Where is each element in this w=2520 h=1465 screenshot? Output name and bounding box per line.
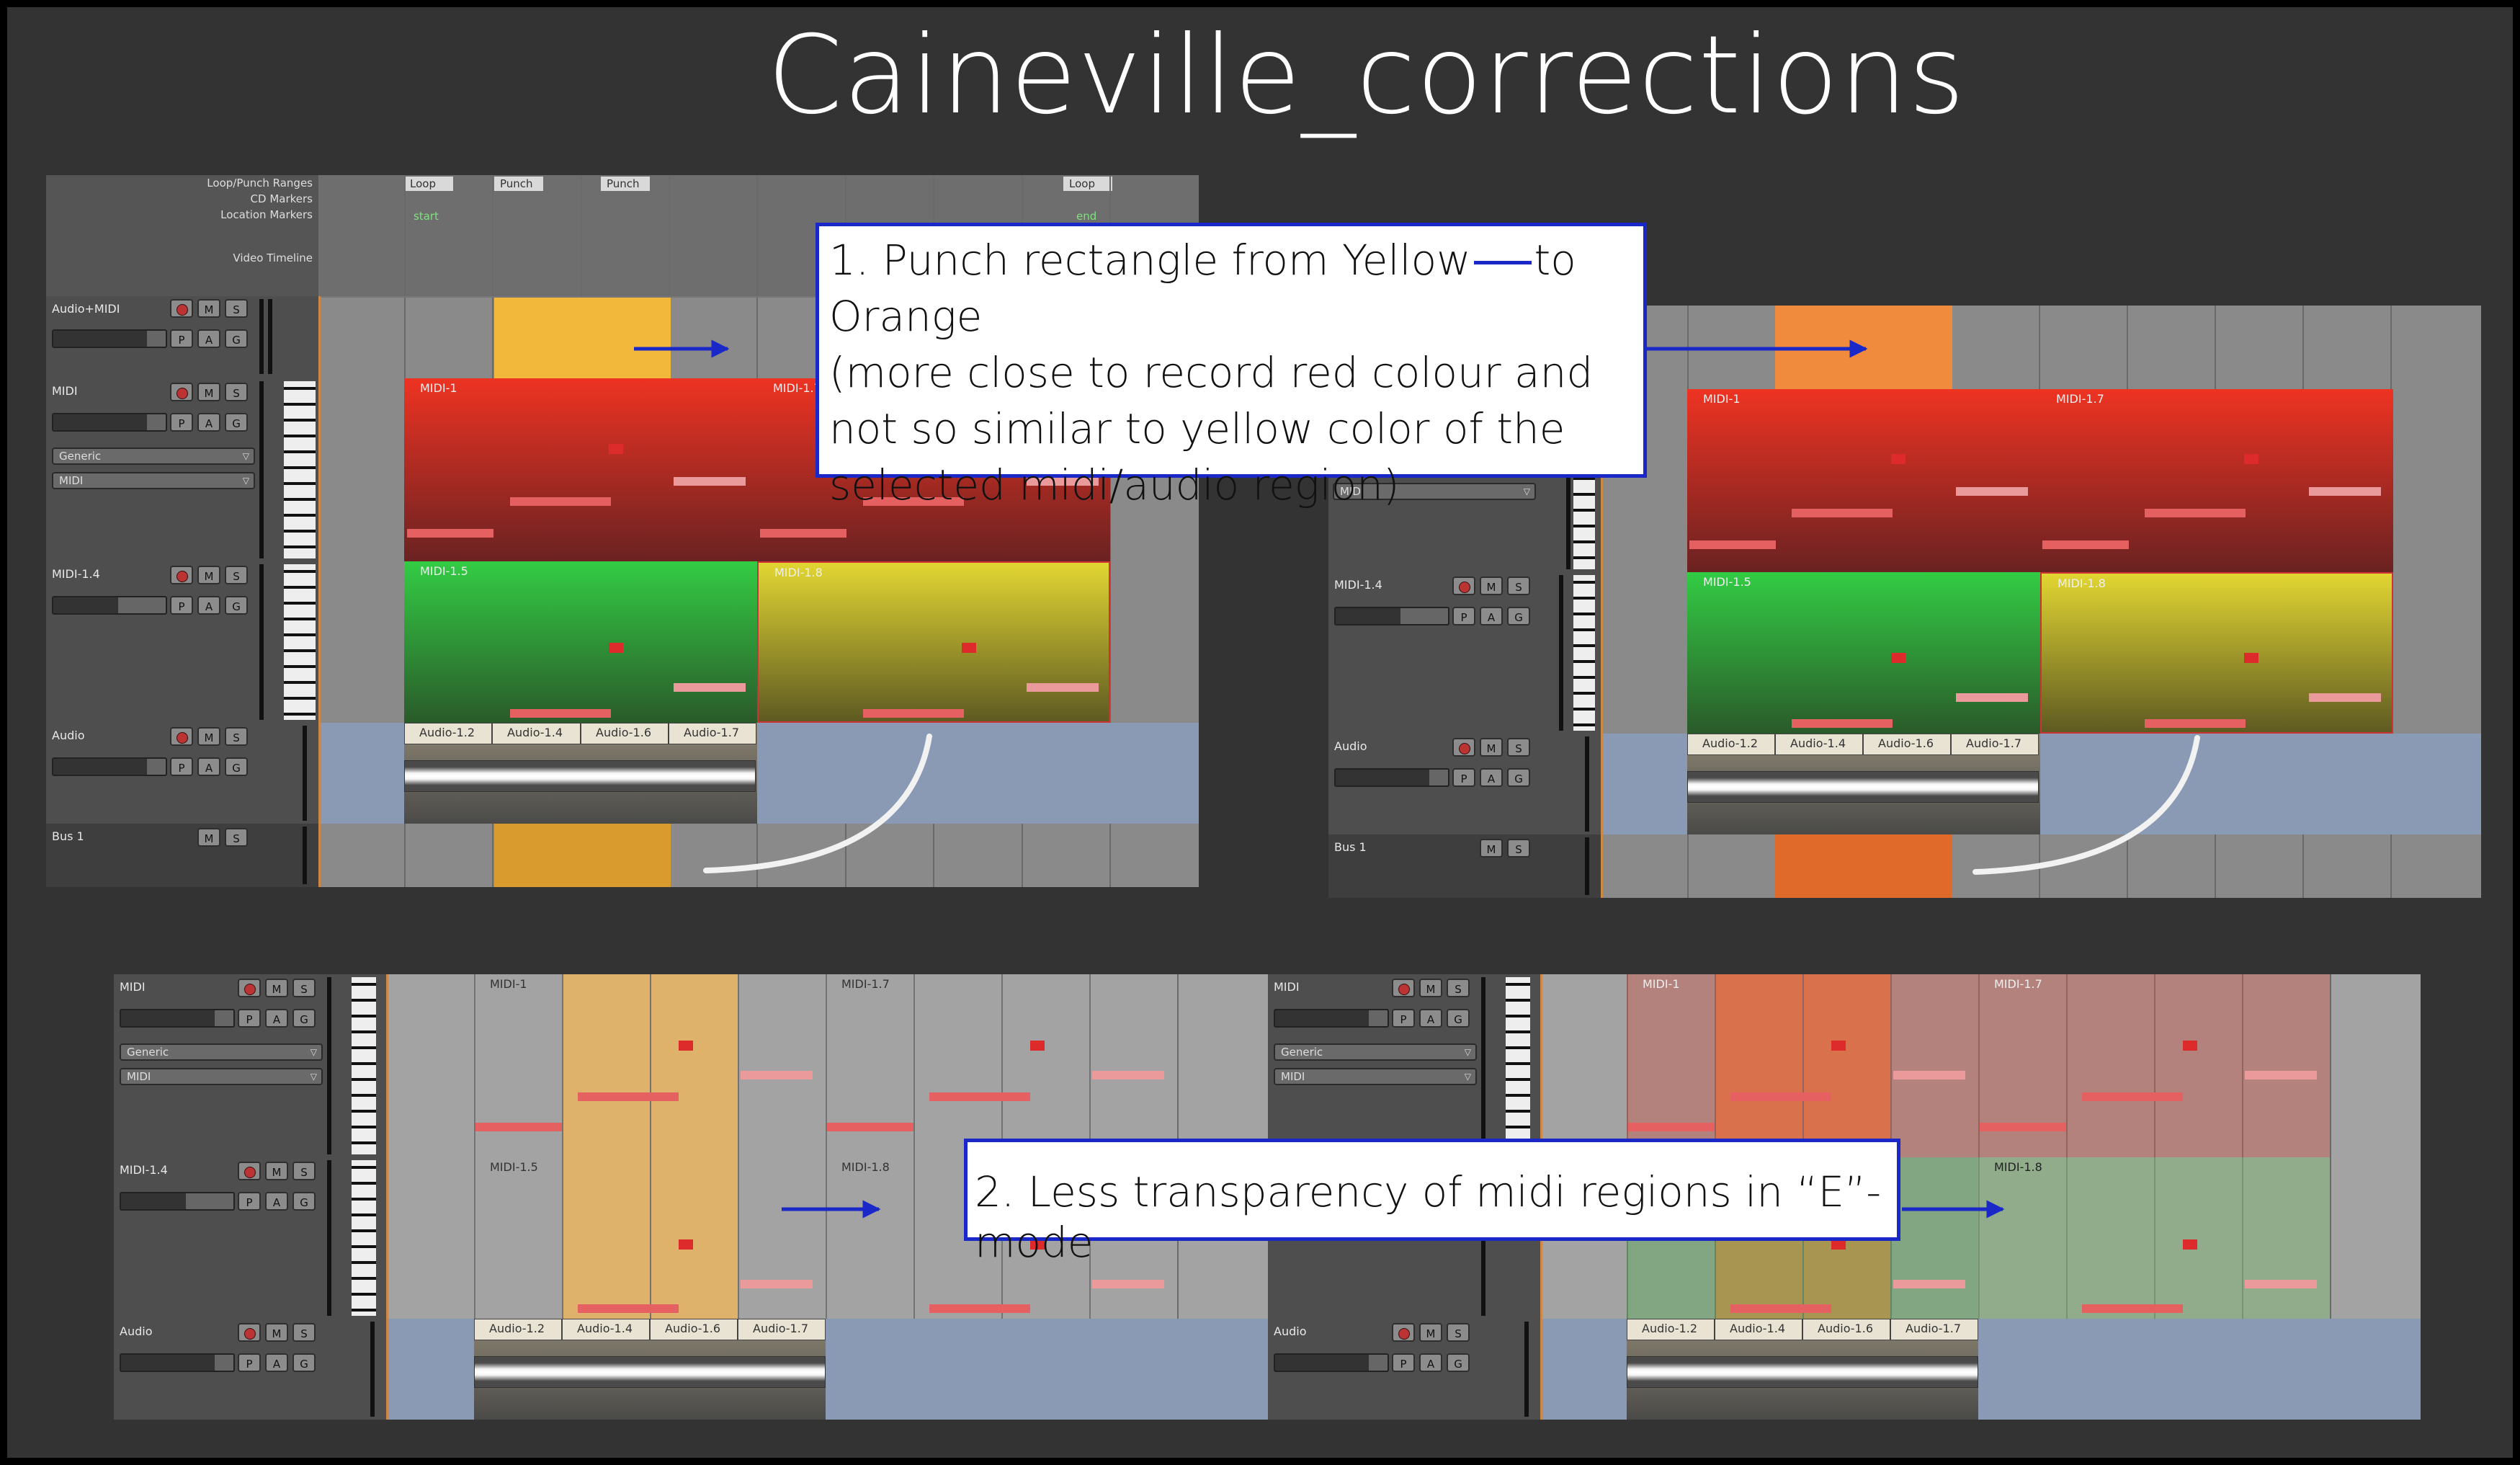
callout-transparency: 2. Less transparency of midi regions in … xyxy=(964,1139,1900,1267)
callout-punch-color: 1. Punch rectangle from Yellow to Orange … xyxy=(816,223,1647,509)
midi-notes xyxy=(1689,454,2381,728)
callout-line: 1. Punch rectangle from Yellow xyxy=(829,236,1471,285)
drag-curve xyxy=(703,734,932,873)
callout-line: 2. Less transparency of midi regions in … xyxy=(975,1167,1882,1267)
drag-curve xyxy=(1972,735,2200,875)
callout-line: selected midi/audio region) xyxy=(829,460,1400,509)
inline-arrow-icon xyxy=(1473,261,1532,264)
callout-line: not so similar to yellow color of the xyxy=(829,404,1565,453)
callout-line: (more close to record red colour and xyxy=(829,348,1594,397)
